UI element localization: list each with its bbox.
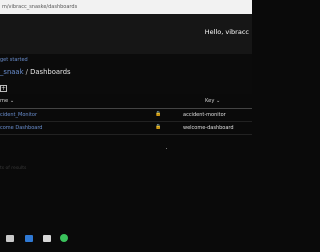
dashboard-name-link[interactable]: cident_Monitor [0,112,37,118]
mail-icon[interactable] [25,235,33,242]
dot-marker [166,148,167,149]
dashboard-key: accident-monitor [183,112,226,118]
table-row: cident_Monitor 🔒 accident-monitor [0,109,252,122]
dashboards-table: me ⌄ Key ⌄ cident_Monitor 🔒 accident-mon… [0,94,252,135]
column-header-name[interactable]: me ⌄ [0,98,14,104]
breadcrumb: _snaak / Dashboards [0,68,71,76]
breadcrumb-current: Dashboards [30,68,71,76]
lock-icon: 🔒 [155,111,162,117]
taskbar [0,228,252,252]
table-header: me ⌄ Key ⌄ [0,94,252,109]
address-bar[interactable]: m/vibracc_snaske/dashboards [0,0,252,14]
dashboard-key: welcome-dashboard [183,125,234,131]
breadcrumb-parent-link[interactable]: _snaak [0,68,24,76]
user-greeting[interactable]: Hello, vibracc [205,28,249,36]
address-url: m/vibracc_snaske/dashboards [2,4,78,10]
column-header-key[interactable]: Key ⌄ [205,98,220,104]
get-started-link[interactable]: get started [0,57,28,63]
table-row: come Dashboard 🔒 welcome-dashboard [0,122,252,135]
add-dashboard-button[interactable]: + [0,85,7,92]
app-header: Hello, vibracc [0,14,252,54]
results-count-text: ts of results [0,166,27,171]
file-explorer-icon[interactable] [6,235,14,242]
chat-icon[interactable] [43,235,51,242]
whatsapp-icon[interactable] [60,234,68,242]
lock-icon: 🔒 [155,124,162,130]
dashboard-name-link[interactable]: come Dashboard [0,125,42,131]
page-header: get started _snaak / Dashboards + [0,54,252,94]
